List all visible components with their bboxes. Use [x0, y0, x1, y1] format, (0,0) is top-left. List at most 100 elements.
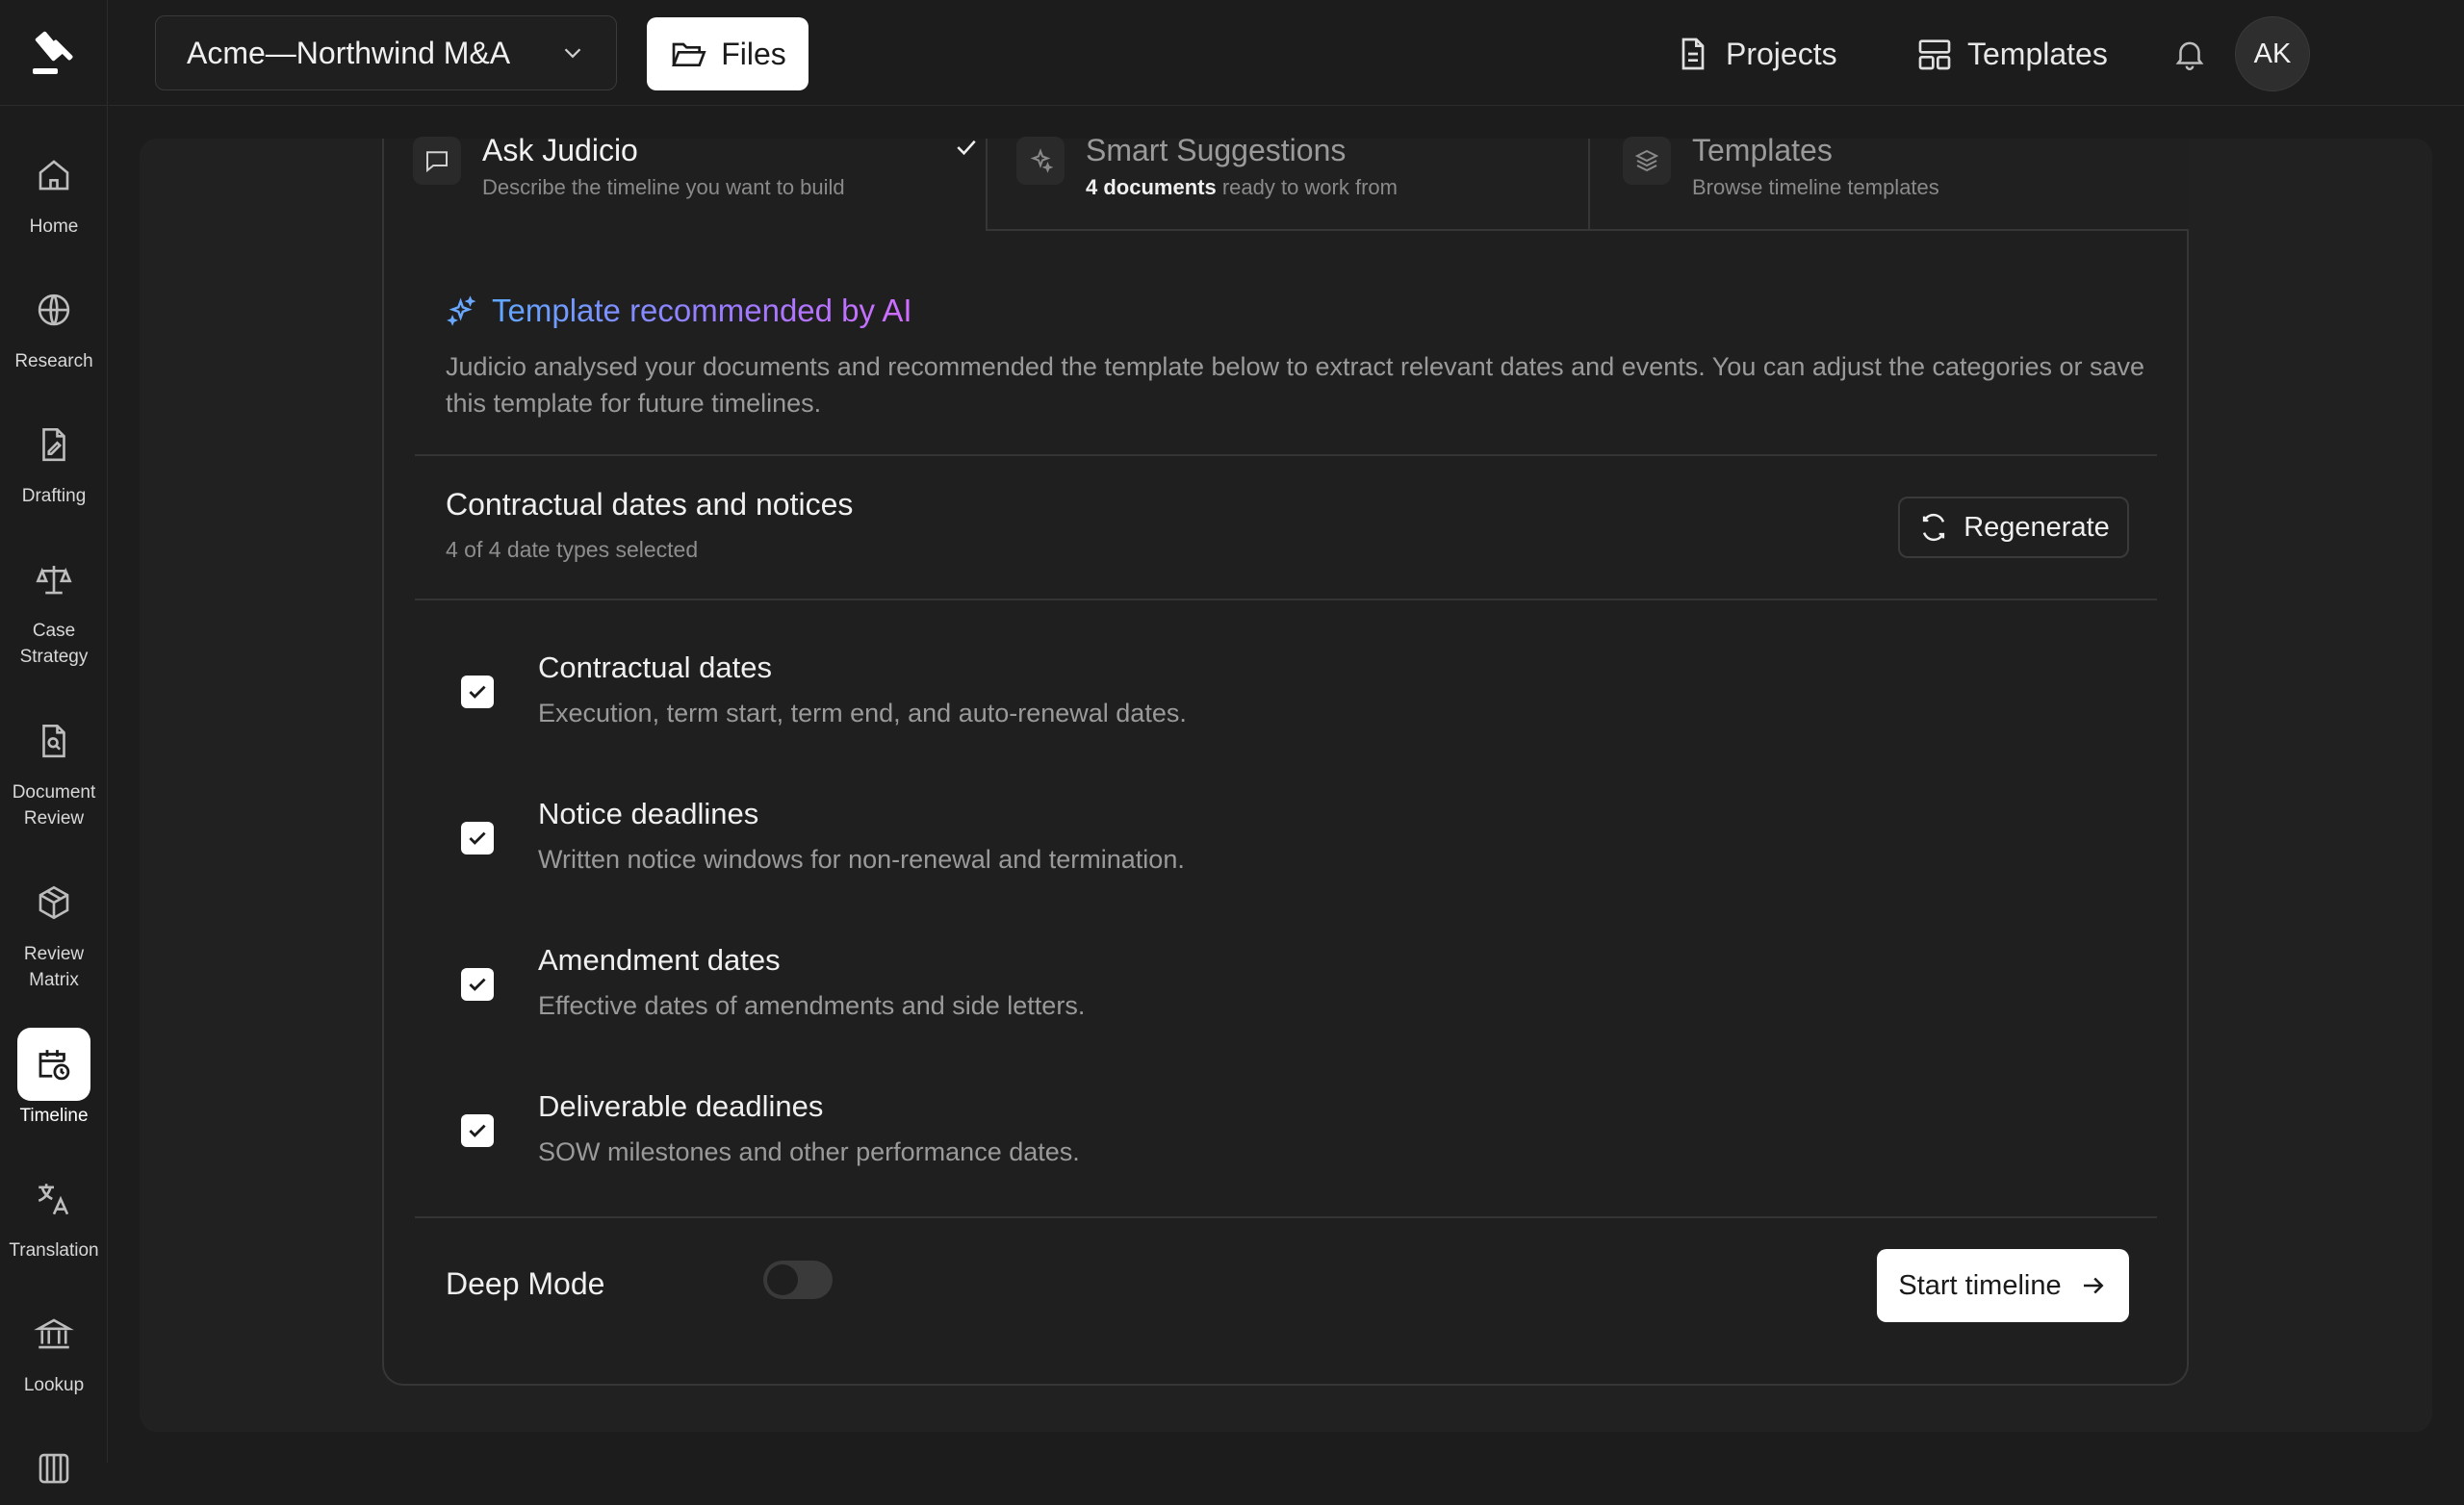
- start-timeline-label: Start timeline: [1898, 1269, 2062, 1301]
- sidebar-item-timeline[interactable]: Timeline: [0, 1028, 108, 1129]
- category-item: Amendment dates Effective dates of amend…: [461, 943, 2097, 1032]
- category-checkbox[interactable]: [461, 676, 494, 708]
- sparkles-icon: [447, 295, 476, 326]
- sidebar-item-label: Case Strategy: [19, 621, 89, 667]
- tab-smart-suggestions[interactable]: Smart Suggestions 4 documents ready to w…: [986, 133, 1588, 231]
- files-button-label: Files: [721, 36, 786, 71]
- sidebar-item-drafting[interactable]: Drafting: [0, 408, 108, 509]
- bell-icon: [2175, 41, 2204, 71]
- regenerate-button[interactable]: Regenerate: [1898, 497, 2129, 558]
- tab-title: Smart Suggestions: [1086, 133, 1347, 167]
- sidebar: Home Research Drafting Case Strategy Doc…: [0, 0, 108, 1484]
- sidebar-item-label: Drafting: [21, 486, 87, 506]
- arrow-right-icon: [2083, 1277, 2104, 1294]
- category-checkbox[interactable]: [461, 822, 494, 855]
- sidebar-item-review-matrix[interactable]: Review Matrix: [0, 866, 108, 993]
- sidebar-item-label: Timeline: [19, 1106, 89, 1126]
- tab-title: Ask Judicio: [482, 133, 638, 167]
- sparkles-icon: [1016, 137, 1065, 185]
- sidebar-item-label: Review Matrix: [23, 944, 85, 990]
- chat-bubble-icon: [413, 137, 461, 185]
- tab-subtitle-rest: ready to work from: [1216, 175, 1398, 199]
- tab-title: Templates: [1692, 133, 1833, 167]
- gavel-logo-icon: [33, 31, 73, 74]
- ai-recommendation-title: Template recommended by AI: [492, 293, 912, 328]
- sidebar-item-research[interactable]: Research: [0, 273, 108, 374]
- divider: [415, 1216, 2157, 1218]
- translate-icon: [17, 1162, 90, 1236]
- sidebar-item-home[interactable]: Home: [0, 139, 108, 240]
- chevron-down-icon: [564, 48, 581, 59]
- deep-mode-toggle[interactable]: [763, 1261, 833, 1299]
- check-icon: [957, 140, 976, 156]
- category-description: SOW milestones and other performance dat…: [538, 1137, 1080, 1166]
- tab-subtitle: Browse timeline templates: [1692, 175, 1939, 199]
- divider: [415, 454, 2157, 456]
- deep-mode-label: Deep Mode: [446, 1266, 605, 1301]
- cube-icon: [17, 866, 90, 939]
- templates-label: Templates: [1967, 36, 2108, 71]
- ai-recommendation-heading: Template recommended by AI: [446, 293, 912, 329]
- sidebar-item-translation[interactable]: Translation: [0, 1162, 108, 1263]
- pen-document-icon: [17, 408, 90, 481]
- grid-icon: [17, 1432, 90, 1505]
- tab-subtitle: Describe the timeline you want to build: [482, 175, 845, 199]
- timeline-builder-panel: Ask Judicio Describe the timeline you wa…: [382, 133, 2189, 1386]
- projects-label: Projects: [1726, 36, 1837, 71]
- calendar-clock-icon: [17, 1028, 90, 1101]
- sidebar-item-more[interactable]: [0, 1432, 108, 1505]
- bank-icon: [17, 1297, 90, 1370]
- category-title: Deliverable deadlines: [538, 1089, 824, 1123]
- category-checkbox[interactable]: [461, 968, 494, 1001]
- layout-template-icon: [1918, 39, 1951, 70]
- project-selector[interactable]: Acme—Northwind M&A: [155, 15, 617, 90]
- category-item: Notice deadlines Written notice windows …: [461, 797, 2097, 885]
- check-icon: [469, 831, 486, 845]
- sidebar-item-label: Research: [14, 351, 93, 371]
- tab-ask-judicio[interactable]: Ask Judicio Describe the timeline you wa…: [413, 133, 981, 231]
- top-bar: Acme—Northwind M&A Files Projects Templa…: [109, 0, 2464, 106]
- toggle-knob: [767, 1264, 798, 1295]
- category-title: Amendment dates: [538, 943, 781, 977]
- main-content: Ask Judicio Describe the timeline you wa…: [140, 133, 2432, 1432]
- sidebar-item-lookup[interactable]: Lookup: [0, 1297, 108, 1398]
- template-name: Contractual dates and notices: [446, 487, 854, 522]
- document-search-icon: [17, 704, 90, 778]
- sidebar-item-label: Translation: [9, 1240, 99, 1261]
- sidebar-item-label: Home: [29, 217, 79, 237]
- check-icon: [469, 978, 486, 991]
- sidebar-item-case-strategy[interactable]: Case Strategy: [0, 543, 108, 670]
- regenerate-label: Regenerate: [1964, 511, 2110, 543]
- category-description: Written notice windows for non-renewal a…: [538, 845, 1185, 874]
- sidebar-item-document-review[interactable]: Document Review: [0, 704, 108, 831]
- ai-recommendation-description: Judicio analysed your documents and reco…: [446, 352, 2145, 418]
- templates-link[interactable]: Templates: [1915, 27, 2108, 81]
- scales-icon: [17, 543, 90, 616]
- document-icon: [1681, 38, 1705, 70]
- avatar[interactable]: AK: [2235, 16, 2310, 91]
- notifications-button[interactable]: [2165, 29, 2215, 79]
- category-item: Deliverable deadlines SOW milestones and…: [461, 1089, 2097, 1178]
- sidebar-item-label: Document Review: [12, 782, 96, 829]
- files-button[interactable]: Files: [647, 17, 808, 90]
- tab-templates[interactable]: Templates Browse timeline templates: [1588, 133, 2189, 231]
- category-description: Execution, term start, term end, and aut…: [538, 699, 1187, 727]
- refresh-icon: [1923, 513, 1945, 542]
- sidebar-item-label: Lookup: [23, 1375, 85, 1395]
- category-title: Contractual dates: [538, 650, 772, 684]
- category-checkbox[interactable]: [461, 1114, 494, 1147]
- home-icon: [17, 139, 90, 212]
- category-title: Notice deadlines: [538, 797, 759, 830]
- project-name: Acme—Northwind M&A: [187, 35, 511, 70]
- layers-icon: [1623, 137, 1671, 185]
- app-logo[interactable]: [0, 0, 108, 106]
- category-description: Effective dates of amendments and side l…: [538, 991, 1086, 1020]
- check-icon: [469, 1124, 486, 1137]
- start-timeline-button[interactable]: Start timeline: [1877, 1249, 2129, 1322]
- template-selected-count: 4 of 4 date types selected: [446, 537, 699, 562]
- globe-icon: [17, 273, 90, 346]
- folder-open-icon: [672, 42, 706, 66]
- document-count: 4 documents: [1086, 175, 1217, 199]
- divider: [415, 599, 2157, 600]
- projects-link[interactable]: Projects: [1674, 27, 1837, 81]
